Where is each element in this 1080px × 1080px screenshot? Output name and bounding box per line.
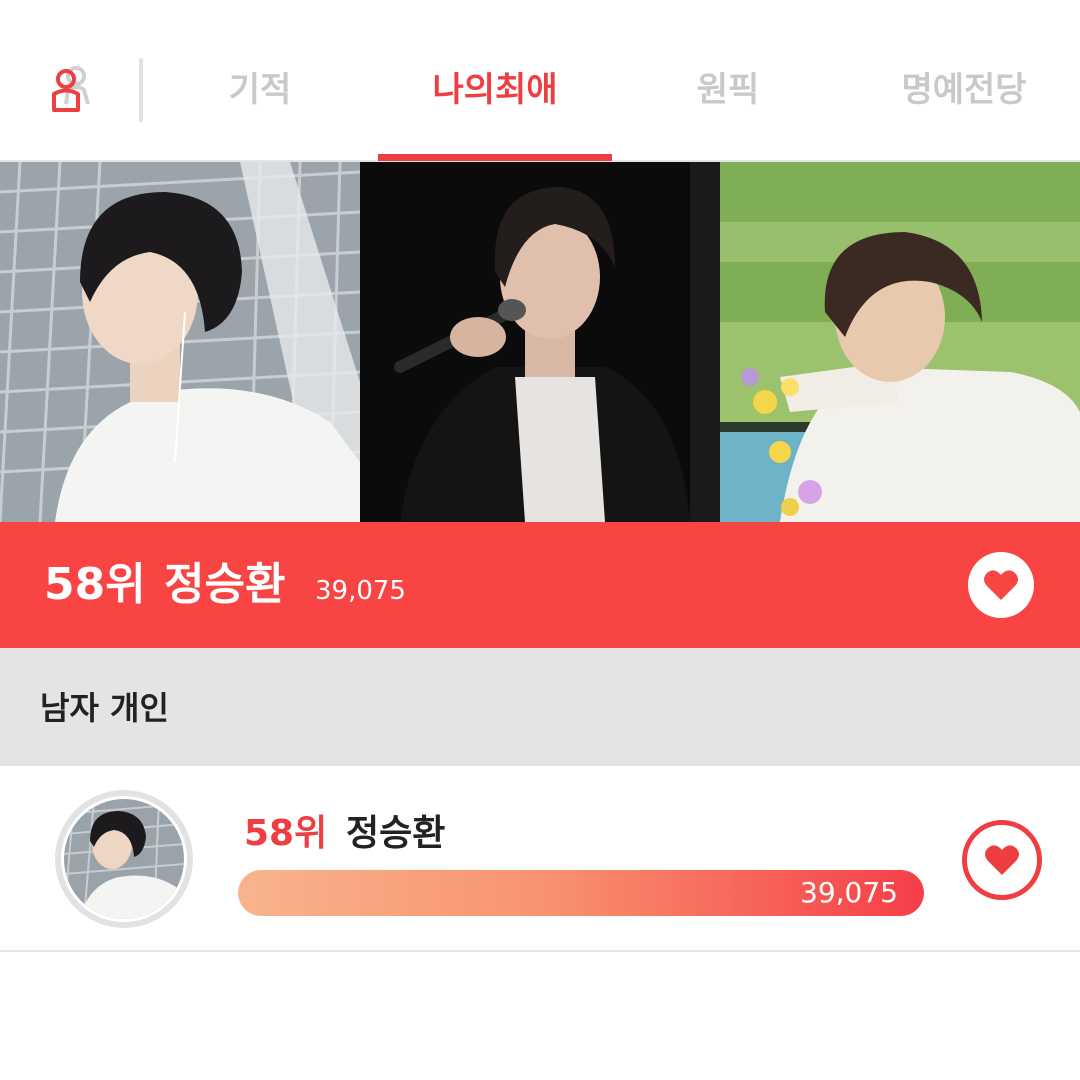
tab-one-pick[interactable]: 원픽 <box>668 60 788 160</box>
banner-score: 39,075 <box>315 576 406 606</box>
avatar[interactable] <box>55 790 193 928</box>
heart-icon <box>984 570 1018 600</box>
tab-miracle[interactable]: 기적 <box>200 60 320 160</box>
category-header: 남자 개인 <box>0 648 1080 766</box>
user-profile-icon[interactable] <box>40 62 102 118</box>
row-score: 39,075 <box>800 876 898 909</box>
featured-rank-banner: 58위 정승환 39,075 <box>0 522 1080 648</box>
tab-divider <box>139 58 143 122</box>
row-artist-name: 정승환 <box>346 813 446 854</box>
artist-photo-1[interactable] <box>0 162 360 522</box>
heart-icon <box>985 845 1019 875</box>
photo-strip <box>0 162 1080 522</box>
tab-my-favorite[interactable]: 나의최애 <box>400 60 590 160</box>
tab-hall-of-fame[interactable]: 명예전당 <box>884 60 1044 160</box>
banner-rank: 58위 <box>44 559 146 610</box>
ranking-row[interactable]: 58위 정승환 39,075 <box>0 766 1080 952</box>
vote-progress-bar: 39,075 <box>238 870 924 916</box>
banner-vote-button[interactable] <box>968 552 1034 618</box>
banner-artist-name: 정승환 <box>164 559 286 610</box>
top-tab-bar: 기적 나의최애 원픽 명예전당 <box>0 0 1080 162</box>
artist-photo-3[interactable] <box>720 162 1080 522</box>
category-label: 남자 개인 <box>40 689 169 727</box>
row-rank: 58위 <box>244 813 328 854</box>
active-tab-indicator <box>378 154 612 161</box>
row-vote-button[interactable] <box>962 820 1042 900</box>
artist-photo-2[interactable] <box>360 162 720 522</box>
